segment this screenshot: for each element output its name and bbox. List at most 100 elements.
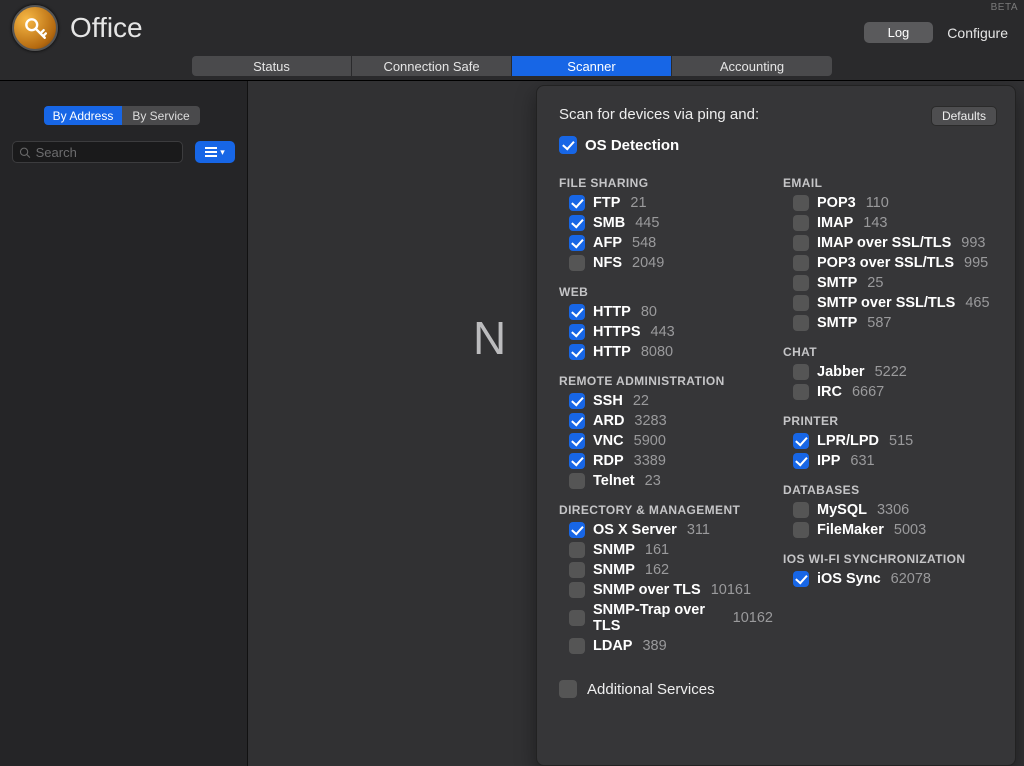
service-label: IMAP over SSL/TLS: [817, 235, 951, 251]
service-label: IRC: [817, 384, 842, 400]
service-label: SMTP over SSL/TLS: [817, 295, 955, 311]
service-port: 22: [633, 393, 649, 409]
service-checkbox[interactable]: [793, 522, 809, 538]
service-port: 143: [863, 215, 887, 231]
service-checkbox[interactable]: [569, 433, 585, 449]
service-checkbox[interactable]: [793, 384, 809, 400]
app-title: Office: [70, 12, 143, 44]
service-label: Jabber: [817, 364, 865, 380]
service-checkbox[interactable]: [793, 433, 809, 449]
service-checkbox[interactable]: [569, 582, 585, 598]
service-label: LDAP: [593, 638, 632, 654]
service-row: LPR/LPD515: [783, 433, 997, 449]
service-row: AFP 548: [559, 235, 773, 251]
service-row: SNMP over TLS10161: [559, 582, 773, 598]
service-checkbox[interactable]: [793, 295, 809, 311]
main-area: N Scan for devices via ping and: Default…: [248, 81, 1024, 766]
service-checkbox[interactable]: [793, 275, 809, 291]
search-input[interactable]: [36, 145, 176, 160]
additional-services-checkbox[interactable]: [559, 680, 577, 698]
os-detection-label: OS Detection: [585, 137, 679, 154]
os-detection-checkbox[interactable]: [559, 136, 577, 154]
service-checkbox[interactable]: [569, 304, 585, 320]
service-label: HTTP: [593, 304, 631, 320]
service-checkbox[interactable]: [569, 473, 585, 489]
service-checkbox[interactable]: [569, 610, 585, 626]
service-port: 5900: [634, 433, 666, 449]
service-checkbox[interactable]: [569, 393, 585, 409]
tab-connection-safe[interactable]: Connection Safe: [352, 56, 512, 76]
service-port: 23: [645, 473, 661, 489]
sidebar-mode-segment[interactable]: By Address By Service: [44, 106, 200, 125]
log-button[interactable]: Log: [864, 22, 934, 43]
service-label: AFP: [593, 235, 622, 251]
service-row: IRC6667: [783, 384, 997, 400]
sidebar-seg-by-address[interactable]: By Address: [44, 106, 122, 125]
sidebar-seg-by-service[interactable]: By Service: [122, 106, 200, 125]
service-port: 465: [965, 295, 989, 311]
service-row: Jabber5222: [783, 364, 997, 380]
service-checkbox[interactable]: [793, 315, 809, 331]
service-checkbox[interactable]: [569, 453, 585, 469]
configure-button[interactable]: Configure: [947, 25, 1008, 41]
service-checkbox[interactable]: [793, 235, 809, 251]
service-label: SNMP over TLS: [593, 582, 701, 598]
service-port: 2049: [632, 255, 664, 271]
service-checkbox[interactable]: [569, 344, 585, 360]
service-port: 10162: [733, 610, 773, 626]
service-label: FileMaker: [817, 522, 884, 538]
service-checkbox[interactable]: [793, 215, 809, 231]
service-checkbox[interactable]: [793, 571, 809, 587]
service-row: LDAP389: [559, 638, 773, 654]
category-heading: FILE SHARING: [559, 176, 773, 190]
service-checkbox[interactable]: [569, 255, 585, 271]
service-row: SNMP162: [559, 562, 773, 578]
service-checkbox[interactable]: [569, 562, 585, 578]
search-field[interactable]: [12, 141, 183, 163]
service-label: FTP: [593, 195, 620, 211]
service-row: MySQL3306: [783, 502, 997, 518]
service-port: 110: [866, 195, 889, 211]
service-checkbox[interactable]: [569, 235, 585, 251]
service-port: 548: [632, 235, 656, 251]
service-checkbox[interactable]: [569, 542, 585, 558]
service-label: SMB: [593, 215, 625, 231]
service-checkbox[interactable]: [569, 522, 585, 538]
service-port: 587: [867, 315, 891, 331]
service-checkbox[interactable]: [793, 453, 809, 469]
service-checkbox[interactable]: [569, 215, 585, 231]
service-port: 5003: [894, 522, 926, 538]
service-label: iOS Sync: [817, 571, 881, 587]
service-row: SNMP161: [559, 542, 773, 558]
view-mode-button[interactable]: ▾: [195, 141, 235, 163]
service-row: SMB 445: [559, 215, 773, 231]
tab-scanner[interactable]: Scanner: [512, 56, 672, 76]
service-label: VNC: [593, 433, 624, 449]
service-label: SMTP: [817, 315, 857, 331]
service-checkbox[interactable]: [793, 364, 809, 380]
service-port: 8080: [641, 344, 673, 360]
service-row: HTTP8080: [559, 344, 773, 360]
service-port: 445: [635, 215, 659, 231]
service-checkbox[interactable]: [793, 255, 809, 271]
service-row: SMTP25: [783, 275, 997, 291]
tab-status[interactable]: Status: [192, 56, 352, 76]
service-checkbox[interactable]: [569, 195, 585, 211]
scanner-options-panel: Scan for devices via ping and: Defaults …: [536, 85, 1016, 766]
additional-services-label: Additional Services: [587, 681, 715, 698]
service-checkbox[interactable]: [793, 195, 809, 211]
panel-title: Scan for devices via ping and:: [559, 106, 759, 123]
beta-badge: BETA: [991, 2, 1018, 13]
service-label: ARD: [593, 413, 624, 429]
service-checkbox[interactable]: [569, 638, 585, 654]
service-row: IMAP over SSL/TLS993: [783, 235, 997, 251]
service-port: 311: [687, 522, 710, 538]
service-checkbox[interactable]: [569, 413, 585, 429]
tab-accounting[interactable]: Accounting: [672, 56, 832, 76]
service-checkbox[interactable]: [793, 502, 809, 518]
service-port: 515: [889, 433, 913, 449]
main-tabs: StatusConnection SafeScannerAccounting: [0, 56, 1024, 80]
defaults-button[interactable]: Defaults: [931, 106, 997, 126]
background-placeholder-text: N: [473, 311, 505, 365]
service-checkbox[interactable]: [569, 324, 585, 340]
